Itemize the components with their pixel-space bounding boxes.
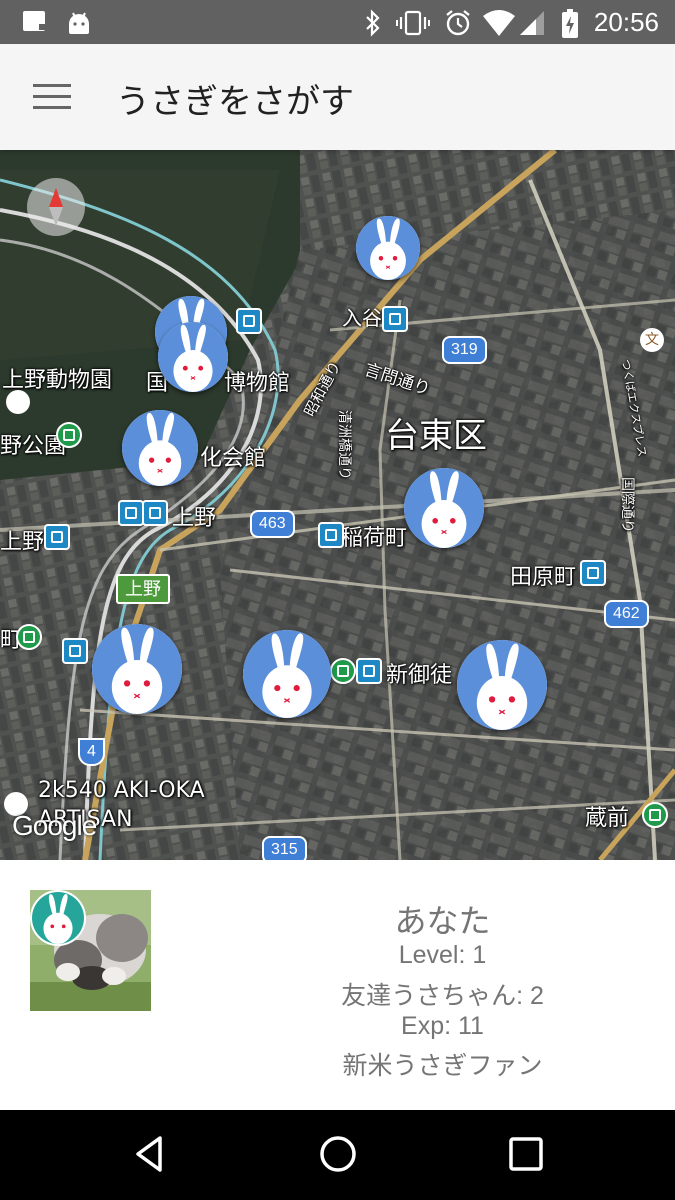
rabbit-icon: [243, 630, 331, 718]
station-icon: [16, 624, 42, 650]
avatar-badge: [30, 890, 86, 946]
route-shield-315: 315: [262, 836, 307, 860]
map-label-akioka: 2k540 AKI-OKA: [38, 778, 205, 803]
station-icon: [118, 500, 144, 526]
map-label-district: 台東区: [385, 416, 487, 456]
rabbit-icon: [32, 892, 84, 944]
compass-icon: [49, 188, 63, 226]
ueno-sign: 上野: [116, 574, 170, 604]
station-icon: [142, 500, 168, 526]
rabbit-icon: [92, 624, 182, 714]
map-label-kuramae: 蔵前: [585, 806, 630, 831]
station-icon: [62, 638, 88, 664]
station-icon: [382, 306, 408, 332]
route-shield-462: 462: [604, 600, 649, 628]
map-label-iriya: 入谷: [342, 306, 382, 330]
compass-button[interactable]: [27, 178, 85, 236]
station-icon: [580, 560, 606, 586]
rabbit-icon: [122, 410, 198, 486]
rabbit-icon: [158, 322, 228, 392]
hamburger-menu-icon[interactable]: [33, 84, 71, 112]
route-shield-463: 463: [250, 510, 295, 538]
map-label-ueno-west: 上野: [0, 530, 45, 555]
rabbit-marker[interactable]: [404, 468, 484, 548]
map-label-tawaramachi: 田原町: [510, 565, 577, 590]
recents-icon[interactable]: [504, 1132, 548, 1176]
android-icon: [66, 10, 92, 40]
park-icon: [56, 422, 82, 448]
map-label-kiyosu: 清洲橋通り: [336, 410, 352, 480]
map-label-shinokachi: 新御徒: [386, 663, 453, 688]
map-label-culture: 化会館: [200, 446, 267, 471]
player-photo[interactable]: [30, 890, 151, 1011]
rabbit-marker[interactable]: [122, 410, 198, 486]
map-label-inaricho: 稲荷町: [341, 526, 408, 551]
vibrate-icon: [396, 9, 430, 41]
player-panel: あなた Level: 1 友達うさちゃん: 2 Exp: 11 新米うさぎファン: [0, 860, 675, 1110]
rabbit-marker[interactable]: [243, 630, 331, 718]
station-icon: [236, 308, 262, 334]
temple-icon: 文: [640, 328, 664, 352]
rabbit-icon: [404, 468, 484, 548]
bluetooth-icon: [362, 9, 384, 41]
player-exp: Exp: 11: [401, 1012, 484, 1040]
status-bar: 20:56: [0, 0, 675, 44]
map-view[interactable]: 台東区 入谷 上野動物園 野公園 国 博物館 化会館 上野 上野 稲荷町 田原町…: [0, 150, 675, 860]
player-friends: 友達うさちゃん: 2: [341, 982, 544, 1010]
battery-charging-icon: [560, 9, 580, 43]
signal-icon: [518, 9, 546, 41]
station-icon: [318, 522, 344, 548]
alarm-icon: [444, 9, 472, 41]
rabbit-marker[interactable]: [158, 322, 228, 392]
rabbit-marker[interactable]: [92, 624, 182, 714]
station-icon: [330, 658, 356, 684]
wifi-icon: [482, 9, 516, 41]
rabbit-marker[interactable]: [457, 640, 547, 730]
rabbit-marker[interactable]: [356, 216, 420, 280]
map-label-ueno-station: 上野: [172, 506, 217, 531]
map-label-museum-b: 博物館: [224, 371, 291, 396]
app-title: うさぎをさがす: [116, 82, 354, 122]
status-time: 20:56: [593, 7, 659, 37]
route-shield-4: 4: [78, 738, 105, 766]
player-name: あなた: [394, 903, 491, 939]
station-icon: [44, 524, 70, 550]
home-icon[interactable]: [316, 1132, 360, 1176]
notification-icon: [22, 10, 48, 38]
map-label-kokusai: 国際通り: [619, 477, 635, 533]
player-rank: 新米うさぎファン: [342, 1052, 543, 1080]
station-icon: [642, 802, 668, 828]
back-icon[interactable]: [128, 1132, 172, 1176]
route-shield-319: 319: [442, 336, 487, 364]
rabbit-icon: [457, 640, 547, 730]
rabbit-icon: [356, 216, 420, 280]
paw-icon: [6, 390, 30, 414]
station-icon: [356, 658, 382, 684]
navigation-bar: [0, 1110, 675, 1200]
app-bar: うさぎをさがす: [0, 44, 675, 150]
player-level: Level: 1: [398, 941, 487, 969]
google-logo: Google: [12, 810, 97, 841]
